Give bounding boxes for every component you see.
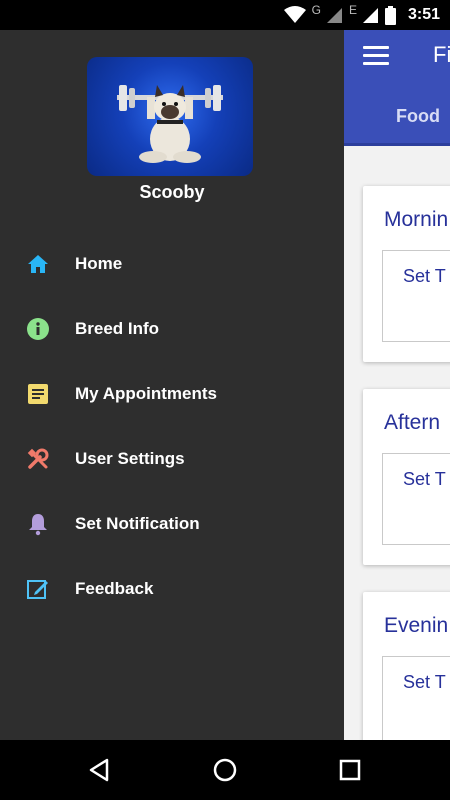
card-title: Mornin [384,208,449,231]
back-icon[interactable] [86,756,114,784]
menu-item-label: Breed Info [75,319,160,338]
dog-lifting-weights-image [117,85,223,163]
clock: 3:51 [407,6,440,23]
menu-item-label: User Settings [75,449,185,468]
network-type-label: G [311,3,321,17]
home-icon [28,255,48,273]
menu-item-home[interactable]: Home [0,239,344,289]
menu-item-label: Set Notification [75,514,200,533]
signal-icon [362,8,378,23]
set-time-field[interactable]: Set T [382,250,450,342]
set-time-field[interactable]: Set T [382,656,450,740]
evening-card: Evenin Set T [363,592,450,740]
set-time-field[interactable]: Set T [382,453,450,545]
recents-icon[interactable] [336,756,364,784]
menu-item-user-settings[interactable]: User Settings [0,434,344,484]
set-time-label: Set T [403,266,446,286]
status-bar: G E 3:51 [0,0,450,30]
tools-icon [27,448,49,469]
notes-icon [28,384,48,404]
card-title: Aftern [384,411,441,434]
navigation-drawer: Scooby Home Breed Info My Appointments U… [0,30,344,740]
bell-icon [29,514,47,536]
battery-icon [384,5,396,25]
toolbar-title: Fi [433,42,450,67]
signal-icon [326,8,342,23]
menu-item-label: My Appointments [75,384,217,403]
afternoon-card: Aftern Set T [363,389,450,565]
menu-item-my-appointments[interactable]: My Appointments [0,369,344,419]
tab-food[interactable]: Food [396,106,440,127]
avatar[interactable] [87,57,253,176]
menu-item-label: Feedback [75,579,154,598]
info-icon [27,318,49,340]
menu-item-breed-info[interactable]: Breed Info [0,304,344,354]
system-navigation-bar [0,740,450,800]
status-icons: G E 3:51 [283,3,440,26]
home-button-icon[interactable] [211,756,239,784]
user-name: Scooby [139,182,205,202]
morning-card: Mornin Set T [363,186,450,362]
menu-item-set-notification[interactable]: Set Notification [0,499,344,549]
menu-item-label: Home [75,254,123,273]
menu-item-feedback[interactable]: Feedback [0,564,344,614]
menu-icon[interactable] [363,46,389,66]
set-time-label: Set T [403,469,446,489]
wifi-icon [283,6,306,23]
network-type-label: E [348,3,357,17]
card-title: Evenin [384,614,449,637]
edit-icon [27,580,48,599]
set-time-label: Set T [403,672,446,692]
